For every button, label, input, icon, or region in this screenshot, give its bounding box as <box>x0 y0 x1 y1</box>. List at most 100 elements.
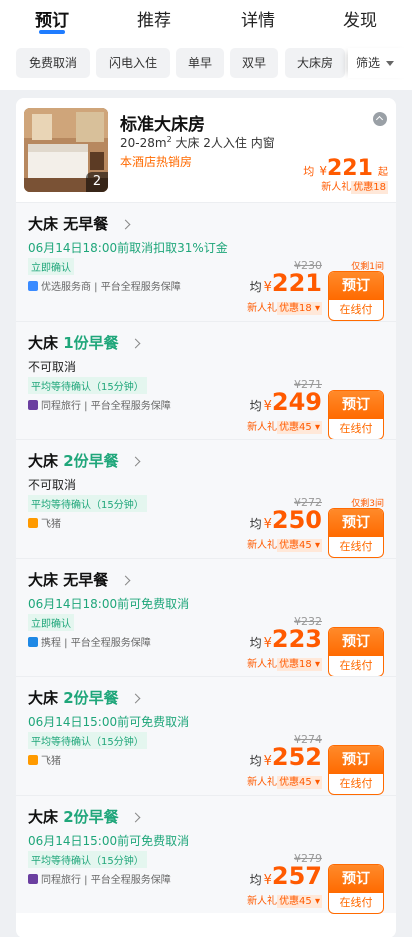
promo-value[interactable]: 优惠45 ▾ <box>277 776 322 789</box>
chevron-right-icon <box>130 812 141 822</box>
fliggy-icon <box>28 755 38 765</box>
filter-double-breakfast[interactable]: 双早 <box>230 48 278 78</box>
active-tab-indicator <box>39 30 65 34</box>
price-prefix: 均 <box>249 398 262 413</box>
provider-label: 同程旅行 | 平台全程服务保障 <box>41 874 171 886</box>
provider-label: 优选服务商 | 平台全程服务保障 <box>41 282 181 293</box>
room-area: 20-28m <box>120 136 167 150</box>
chevron-right-icon <box>130 693 141 704</box>
plan-provider: 优选服务商 | 平台全程服务保障 <box>28 278 181 293</box>
book-button[interactable]: 预订 在线付 <box>328 745 384 795</box>
room-title: 标准大床房 <box>120 115 205 135</box>
plan-title[interactable]: 大床 无早餐 <box>28 569 130 590</box>
promo-value[interactable]: 优惠18 ▾ <box>277 657 322 671</box>
room-header[interactable]: 2 标准大床房 20-28m2 大床 2人入住 内窗 本酒店热销房 均 ¥221… <box>16 98 396 202</box>
filter-more-label: 筛选 <box>356 56 381 70</box>
caret-down-icon <box>386 61 395 66</box>
plan-breakfast: 2份早餐 <box>63 689 119 707</box>
promo-value[interactable]: 优惠45 ▾ <box>277 539 322 552</box>
currency-symbol: ¥ <box>263 872 272 888</box>
room-photo[interactable]: 2 <box>24 108 108 192</box>
promo-value: 优惠18 <box>351 181 388 194</box>
price-prefix: 均 <box>249 635 262 650</box>
book-button[interactable]: 预订 在线付 <box>328 508 384 558</box>
room-area-unit: 2 <box>166 135 172 144</box>
rate-plan-row[interactable]: 大床 无早餐 06月14日18:00前可免费取消 立即确认 携程 | 平台全程服… <box>16 557 396 677</box>
provider-label: 同程旅行 | 平台全程服务保障 <box>41 400 171 412</box>
rate-plan-row[interactable]: 大床 2份早餐 06月14日15:00前可免费取消 平均等待确认（15分钟） 同… <box>16 794 396 914</box>
tongcheng-icon <box>28 873 38 884</box>
plan-price: 均 ¥252 <box>250 743 322 771</box>
price-amount: 221 <box>271 269 322 297</box>
rate-plan-row[interactable]: 大床 无早餐 06月14日18:00前取消扣取31%订金 立即确认 优选服务商 … <box>16 202 396 321</box>
plan-provider: 携程 | 平台全程服务保障 <box>28 634 151 649</box>
plan-title[interactable]: 大床 无早餐 <box>28 213 130 234</box>
service-icon <box>28 281 38 291</box>
plan-provider: 飞猪 <box>28 515 61 530</box>
promo-label: 新人礼 <box>247 895 278 907</box>
book-button[interactable]: 预订 在线付 <box>328 389 384 440</box>
ctrip-icon <box>28 636 38 647</box>
pay-online-label: 在线付 <box>339 540 373 553</box>
plan-title[interactable]: 大床 2份早餐 <box>28 687 141 708</box>
room-meta: 20-28m2 大床 2人入住 内窗 <box>120 134 275 151</box>
promo-label: 新人礼 <box>247 303 278 314</box>
promo-label: 新人礼 <box>247 658 278 670</box>
plan-breakfast: 无早餐 <box>63 570 109 589</box>
price-prefix: 均 <box>249 517 262 531</box>
currency-symbol: ¥ <box>263 635 272 651</box>
price-amount: 223 <box>271 624 322 653</box>
filter-more-button[interactable]: 筛选 <box>348 48 412 78</box>
pay-online-label: 在线付 <box>339 303 373 316</box>
promo-label: 新人礼 <box>247 540 278 551</box>
plan-cancel-policy: 06月14日15:00前可免费取消 <box>28 833 190 848</box>
chevron-right-icon <box>130 456 141 467</box>
rate-plan-row[interactable]: 大床 2份早餐 06月14日15:00前可免费取消 平均等待确认（15分钟） 飞… <box>16 676 396 795</box>
plan-confirm-badge: 平均等待确认（15分钟） <box>28 495 147 512</box>
book-button[interactable]: 预订 在线付 <box>328 863 384 914</box>
book-label: 预订 <box>329 627 383 656</box>
currency-symbol: ¥ <box>263 754 272 769</box>
filter-bar: 免费取消 闪电入住 单早 双早 大床房 筛选 <box>0 44 412 90</box>
tab-details[interactable]: 详情 <box>241 6 275 31</box>
promo-value[interactable]: 优惠45 ▾ <box>277 420 322 434</box>
collapse-chevron-icon[interactable] <box>373 112 387 126</box>
plan-breakfast: 1份早餐 <box>63 333 119 352</box>
filter-king-room[interactable]: 大床房 <box>285 48 345 78</box>
price-prefix: 均 <box>303 165 315 178</box>
filter-free-cancel[interactable]: 免费取消 <box>16 48 90 78</box>
filter-instant-checkin[interactable]: 闪电入住 <box>96 48 170 78</box>
price-amount: 250 <box>271 506 322 534</box>
book-button[interactable]: 预订 在线付 <box>328 626 384 677</box>
room-card: 2 标准大床房 20-28m2 大床 2人入住 内窗 本酒店热销房 均 ¥221… <box>16 98 396 937</box>
provider-label: 飞猪 <box>41 756 61 767</box>
rate-plan-row[interactable]: 大床 2份早餐 不可取消 平均等待确认（15分钟） 飞猪 仅剩3间 ¥272 均… <box>16 439 396 558</box>
plan-bed-type: 大床 <box>28 215 59 233</box>
plan-breakfast: 无早餐 <box>63 215 109 233</box>
plan-title[interactable]: 大床 1份早餐 <box>28 332 141 353</box>
plan-price: 均 ¥249 <box>250 388 322 416</box>
plan-cancel-policy: 06月14日18:00前可免费取消 <box>28 596 190 611</box>
tab-recommend[interactable]: 推荐 <box>137 6 171 31</box>
plan-title[interactable]: 大床 2份早餐 <box>28 806 141 827</box>
book-button[interactable]: 预订 在线付 <box>328 271 384 321</box>
promo-label: 新人礼 <box>247 777 278 788</box>
plan-title[interactable]: 大床 2份早餐 <box>28 450 141 471</box>
plan-confirm-badge: 平均等待确认（15分钟） <box>28 732 147 749</box>
plan-price: 均 ¥223 <box>250 625 322 653</box>
filter-single-breakfast[interactable]: 单早 <box>176 48 224 78</box>
provider-label: 携程 | 平台全程服务保障 <box>41 637 151 649</box>
promo-value[interactable]: 优惠45 ▾ <box>277 894 322 908</box>
plan-confirm-badge: 平均等待确认（15分钟） <box>28 850 147 868</box>
promo-value[interactable]: 优惠18 ▾ <box>277 302 322 315</box>
rate-plan-row[interactable]: 大床 1份早餐 不可取消 平均等待确认（15分钟） 同程旅行 | 平台全程服务保… <box>16 320 396 440</box>
tab-booking[interactable]: 预订 <box>35 6 69 31</box>
top-tab-bar: 预订 推荐 详情 发现 <box>0 0 412 44</box>
tab-discover[interactable]: 发现 <box>343 6 377 31</box>
room-features: 大床 2人入住 内窗 <box>175 136 275 150</box>
promo-label: 新人礼 <box>247 421 278 433</box>
plan-promo: 新人礼 优惠45 ▾ <box>247 418 322 434</box>
price-amount: 249 <box>271 387 322 416</box>
pay-online-label: 在线付 <box>339 658 373 672</box>
plan-provider: 同程旅行 | 平台全程服务保障 <box>28 397 171 412</box>
